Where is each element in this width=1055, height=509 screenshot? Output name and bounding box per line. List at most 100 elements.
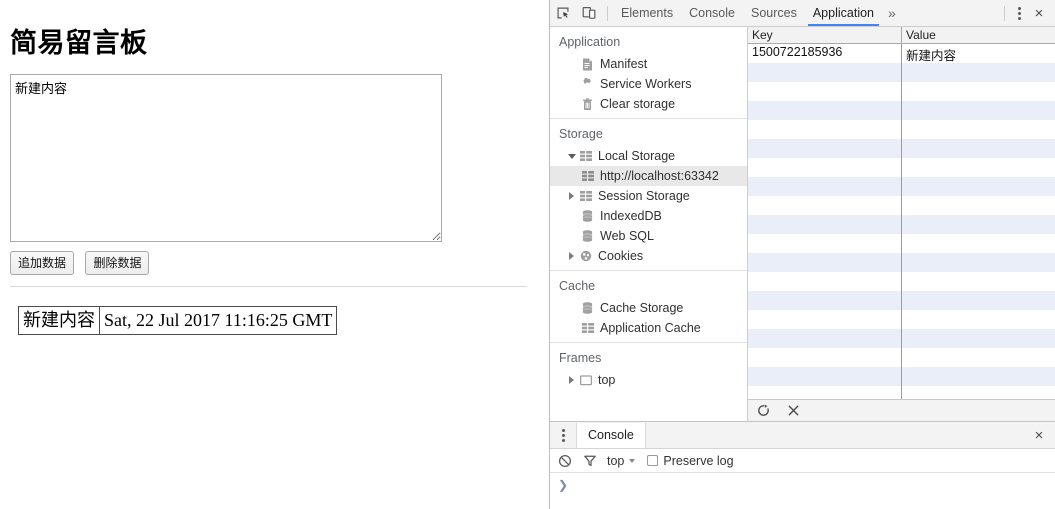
table-row-empty	[748, 177, 1055, 196]
cell-value-empty	[902, 234, 1055, 253]
sidebar-item-clear-storage[interactable]: Clear storage	[550, 94, 747, 114]
table-row-empty	[748, 101, 1055, 120]
cell-key-empty	[748, 82, 902, 101]
sidebar-section-title-storage: Storage	[559, 127, 603, 141]
cell-value-empty	[902, 63, 1055, 82]
sidebar-item-manifest[interactable]: Manifest	[550, 54, 747, 74]
toolbar-separator-right	[1004, 5, 1005, 21]
console-context-value: top	[607, 453, 625, 468]
sidebar-item-application-cache[interactable]: Application Cache	[550, 318, 747, 338]
application-panel-body: Application Manifest Service Workers Cle…	[550, 27, 1055, 421]
cell-key[interactable]: 1500722185936	[748, 44, 902, 63]
table-row-empty	[748, 234, 1055, 253]
cell-key-empty	[748, 196, 902, 215]
cell-value-empty	[902, 367, 1055, 386]
cell-key-empty	[748, 253, 902, 272]
more-tabs-icon[interactable]: »	[882, 0, 902, 26]
cell-value-empty	[902, 348, 1055, 367]
close-drawer-icon[interactable]: ×	[1028, 424, 1050, 446]
sidebar-item-label: top	[598, 373, 616, 387]
refresh-icon[interactable]	[754, 402, 772, 420]
clear-console-icon[interactable]	[557, 453, 573, 469]
console-toolbar: top Preserve log	[550, 449, 1055, 473]
sidebar-item-service-workers[interactable]: Service Workers	[550, 74, 747, 94]
sidebar-item-label: Local Storage	[598, 149, 676, 163]
drawer-menu-icon[interactable]	[554, 425, 572, 445]
storage-table-header: Key Value	[748, 27, 1055, 44]
tab-elements[interactable]: Elements	[613, 0, 681, 26]
sidebar-item-label: Cookies	[598, 249, 644, 263]
storage-table-body[interactable]: 1500722185936 新建内容	[748, 44, 1055, 399]
table-row-empty	[748, 348, 1055, 367]
main-menu-icon[interactable]	[1010, 3, 1028, 23]
sidebar-item-localhost-origin[interactable]: http://localhost:63342	[550, 166, 747, 186]
add-data-button[interactable]: 追加数据	[10, 251, 75, 275]
cell-key-empty	[748, 234, 902, 253]
section-divider	[10, 286, 527, 287]
tab-console[interactable]: Console	[681, 0, 743, 26]
table-icon	[578, 149, 593, 163]
preserve-log-checkbox[interactable]	[647, 455, 659, 466]
cell-value-empty	[902, 310, 1055, 329]
cell-key-empty	[748, 367, 902, 386]
column-header-key[interactable]: Key	[748, 27, 902, 43]
page-title: 简易留言板	[10, 28, 148, 58]
delete-selected-icon[interactable]	[784, 402, 802, 420]
sidebar-item-label: Session Storage	[598, 189, 690, 203]
storage-table-pane: Key Value 1500722185936 新建内容	[748, 27, 1055, 421]
cell-value-empty	[902, 386, 1055, 399]
sidebar-item-cache-storage[interactable]: Cache Storage	[550, 298, 747, 318]
table-row-empty	[748, 120, 1055, 139]
sidebar-item-indexeddb[interactable]: IndexedDB	[550, 206, 747, 226]
preserve-log-label: Preserve log	[663, 453, 734, 468]
chevron-down-icon[interactable]	[566, 151, 577, 162]
delete-data-button[interactable]: 删除数据	[85, 251, 150, 275]
close-devtools-icon[interactable]: ×	[1028, 2, 1050, 24]
cell-key-empty	[748, 139, 902, 158]
note-content-cell: 新建内容	[18, 305, 100, 336]
chevron-right-icon[interactable]	[566, 191, 577, 202]
column-header-value[interactable]: Value	[902, 27, 1055, 43]
manifest-icon	[580, 57, 595, 71]
toolbar-separator	[607, 5, 608, 21]
table-row-empty	[748, 310, 1055, 329]
tab-sources[interactable]: Sources	[743, 0, 805, 26]
chevron-right-icon[interactable]	[566, 251, 577, 262]
sidebar-item-cookies[interactable]: Cookies	[550, 246, 747, 266]
tab-console-drawer[interactable]: Console	[576, 422, 646, 448]
sidebar-item-label: Clear storage	[600, 97, 676, 111]
console-context-selector[interactable]: top	[607, 453, 636, 468]
table-row-empty	[748, 272, 1055, 291]
sidebar-item-web-sql[interactable]: Web SQL	[550, 226, 747, 246]
note-textarea[interactable]	[10, 74, 442, 242]
inspect-element-icon[interactable]	[550, 1, 576, 25]
console-prompt[interactable]: ❯	[550, 473, 1055, 507]
page-button-row: 追加数据 删除数据	[10, 251, 541, 275]
cell-value-empty	[902, 329, 1055, 348]
cell-value-empty	[902, 120, 1055, 139]
filter-icon[interactable]	[582, 453, 598, 469]
table-row[interactable]: 1500722185936 新建内容	[748, 44, 1055, 63]
chevron-right-icon[interactable]	[566, 375, 577, 386]
cell-key-empty	[748, 272, 902, 291]
sidebar-item-top-frame[interactable]: top	[550, 370, 747, 390]
cell-value-empty	[902, 215, 1055, 234]
sidebar-item-label: Manifest	[600, 57, 648, 71]
cell-key-empty	[748, 291, 902, 310]
table-row-empty	[748, 329, 1055, 348]
preserve-log-toggle[interactable]: Preserve log	[647, 453, 734, 468]
device-toolbar-icon[interactable]	[576, 1, 602, 25]
cookie-icon	[578, 249, 593, 263]
sidebar-section-title-frames: Frames	[559, 351, 602, 365]
cell-value[interactable]: 新建内容	[902, 44, 1055, 63]
table-row-empty	[748, 82, 1055, 101]
tab-application[interactable]: Application	[805, 0, 882, 26]
drawer-tabbar: Console ×	[550, 422, 1055, 449]
database-icon	[580, 209, 595, 223]
sidebar-section-title-cache: Cache	[559, 279, 596, 293]
sidebar-item-local-storage[interactable]: Local Storage	[550, 146, 747, 166]
sidebar-item-session-storage[interactable]: Session Storage	[550, 186, 747, 206]
devtools-panel: Elements Console Sources Application » ×…	[549, 0, 1055, 509]
storage-table-toolbar	[748, 399, 1055, 421]
table-row-empty	[748, 215, 1055, 234]
